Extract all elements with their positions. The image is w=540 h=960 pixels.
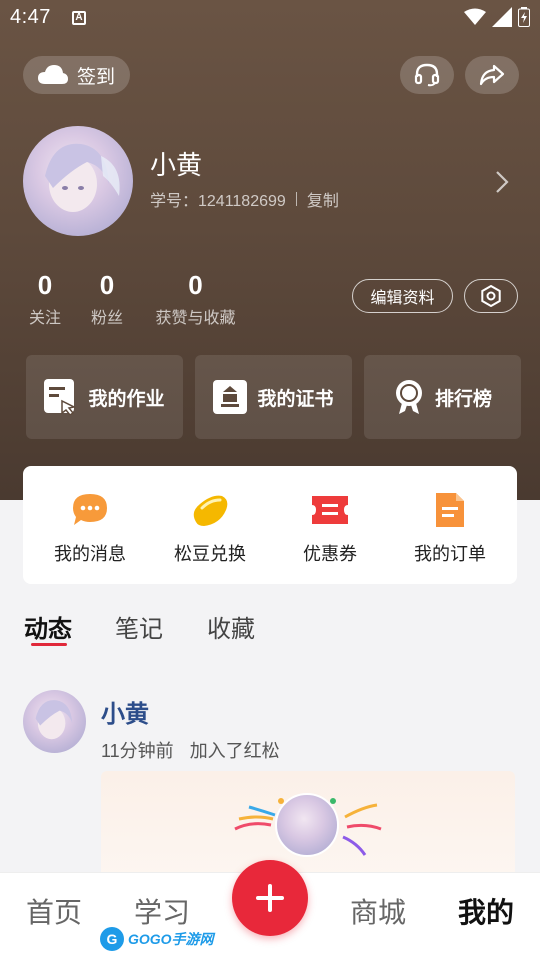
feed-meta: 11分钟前 加入了红松: [101, 737, 280, 763]
following-count: 0: [37, 270, 53, 300]
feed-action: 加入了红松: [189, 741, 280, 761]
tab-active-indicator: [31, 643, 67, 646]
tab-activity[interactable]: 动态: [24, 609, 72, 644]
quick-label: 松豆兑换: [174, 544, 246, 564]
quick-actions-card: 我的消息 松豆兑换 优惠券 我的订单: [23, 466, 517, 584]
followers-label: 粉丝: [90, 310, 123, 327]
nav-mine[interactable]: 我的: [458, 891, 514, 931]
certificate-icon: [213, 380, 248, 414]
profile-avatar[interactable]: [23, 126, 133, 236]
quick-orders[interactable]: 我的订单: [388, 490, 512, 566]
bean-icon: [190, 490, 230, 530]
gear-icon: [481, 285, 501, 307]
message-icon: [70, 490, 110, 530]
settings-button[interactable]: [464, 279, 518, 313]
likes-count: 0: [188, 270, 203, 300]
divider: [295, 192, 297, 206]
status-time: 4:47: [10, 6, 51, 28]
following-label: 关注: [28, 310, 61, 327]
coupon-icon: [310, 490, 350, 530]
feature-label: 我的作业: [88, 388, 165, 410]
watermark-text: GOGO手游网: [128, 931, 214, 947]
checkin-label: 签到: [77, 66, 116, 88]
quick-messages[interactable]: 我的消息: [28, 490, 152, 566]
profile-id-line: 学号：1241182699 复制: [150, 187, 339, 211]
quick-bean-exchange[interactable]: 松豆兑换: [148, 490, 272, 566]
chevron-right-icon[interactable]: [494, 170, 510, 194]
avatar-illustration: [35, 700, 73, 740]
status-bar: 4:47 A: [0, 0, 540, 36]
order-icon: [430, 490, 470, 530]
feed-avatar[interactable]: [23, 690, 86, 753]
watermark-logo: G: [100, 927, 124, 951]
avatar-illustration: [45, 143, 120, 212]
likes-label: 获赞与收藏: [155, 310, 236, 327]
wifi-icon: [464, 8, 486, 25]
watermark: G GOGO手游网: [100, 927, 214, 951]
feature-label: 排行榜: [434, 388, 492, 410]
quick-label: 我的消息: [54, 544, 126, 564]
quick-label: 我的订单: [414, 544, 486, 564]
profile-name: 小黄: [150, 150, 203, 180]
feed-card-avatar: [275, 793, 339, 857]
feed-time: 11分钟前: [101, 741, 174, 761]
tab-favorites[interactable]: 收藏: [207, 609, 255, 644]
stat-likes[interactable]: 0 获赞与收藏: [152, 270, 239, 328]
checkin-button[interactable]: 签到: [23, 56, 130, 94]
nav-mall[interactable]: 商城: [350, 891, 406, 931]
nav-learn[interactable]: 学习: [134, 891, 190, 931]
feature-ranking[interactable]: 排行榜: [364, 355, 521, 439]
profile-id: 学号：1241182699: [150, 193, 286, 210]
cloud-icon: [38, 65, 68, 84]
share-icon: [479, 64, 505, 86]
quick-label: 优惠券: [303, 544, 357, 564]
headset-icon: [414, 63, 440, 87]
plus-icon: [256, 884, 284, 912]
status-icons: [464, 7, 530, 27]
status-indicator-icon: A: [72, 11, 86, 25]
ranking-icon: [395, 380, 422, 414]
feature-homework[interactable]: 我的作业: [26, 355, 183, 439]
followers-count: 0: [99, 270, 115, 300]
stat-following[interactable]: 0 关注: [27, 270, 63, 328]
create-post-button[interactable]: [232, 860, 308, 936]
share-button[interactable]: [465, 56, 519, 94]
feature-label: 我的证书: [257, 388, 334, 410]
homework-icon: [44, 379, 77, 415]
quick-coupons[interactable]: 优惠券: [268, 490, 392, 566]
feed-card[interactable]: [101, 771, 515, 881]
edit-profile-button[interactable]: 编辑资料: [352, 279, 453, 313]
copy-id-button[interactable]: 复制: [307, 187, 339, 211]
signal-icon: [492, 7, 512, 27]
stat-followers[interactable]: 0 粉丝: [89, 270, 125, 328]
battery-icon: [518, 7, 530, 27]
nav-home[interactable]: 首页: [26, 891, 82, 931]
feed-author-name[interactable]: 小黄: [101, 694, 149, 729]
feature-certificate[interactable]: 我的证书: [195, 355, 352, 439]
tab-notes[interactable]: 笔记: [115, 609, 163, 644]
customer-service-button[interactable]: [400, 56, 454, 94]
